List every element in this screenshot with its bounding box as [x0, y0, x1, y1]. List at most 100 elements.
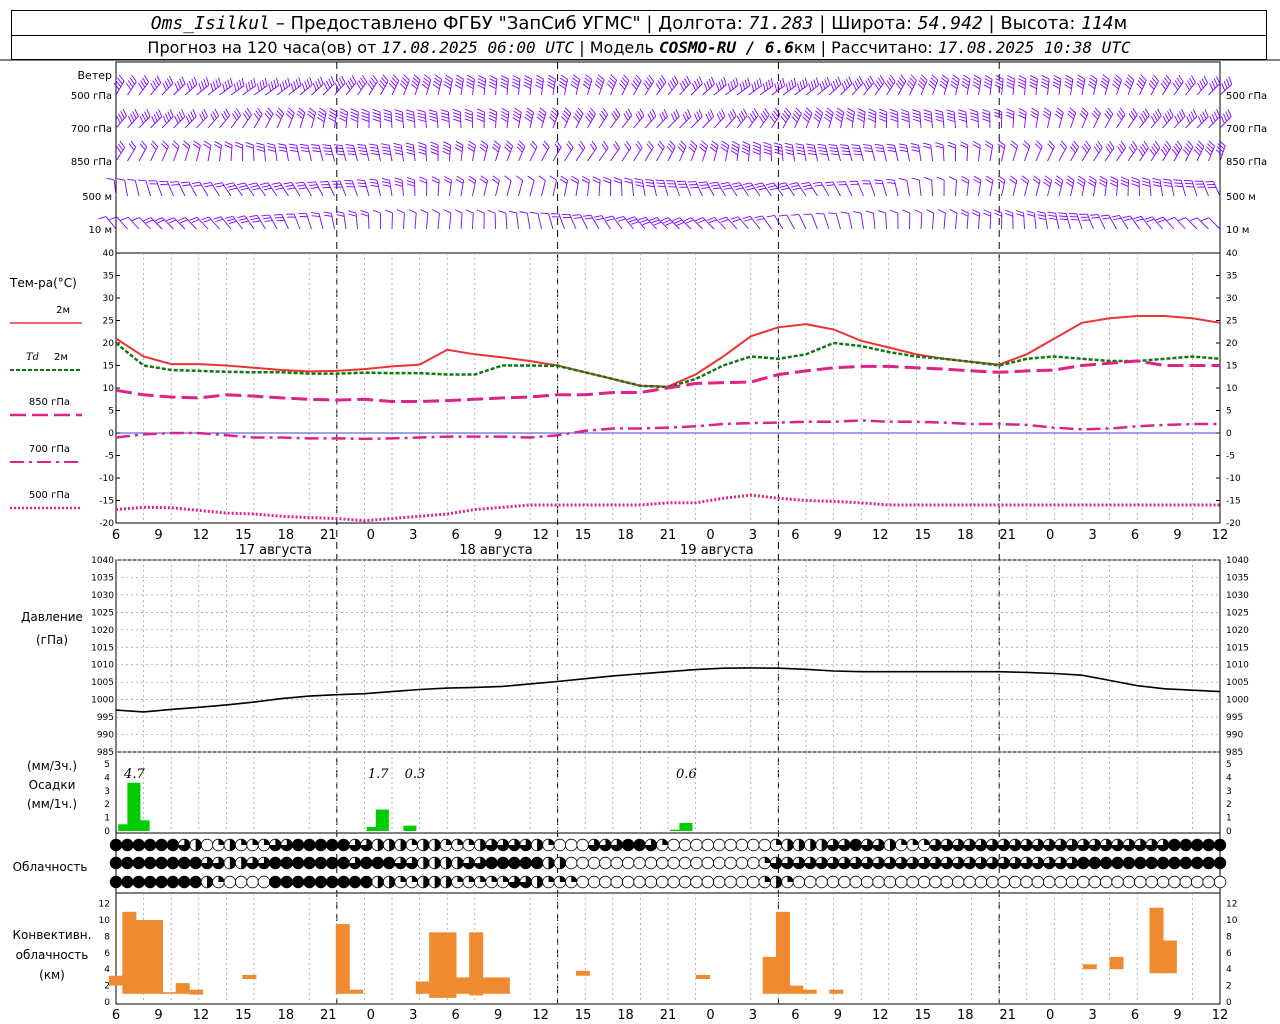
cloud-cover-symbol	[1008, 838, 1022, 852]
wind-barb	[207, 108, 219, 129]
wind-barb	[971, 209, 981, 230]
wind-barb	[137, 179, 151, 197]
wind-barb	[465, 209, 474, 230]
wind-level-label-left: 500 м	[82, 192, 112, 203]
cloud-cover-symbol	[1202, 856, 1215, 870]
cloud-cover-symbol	[895, 856, 908, 870]
cloud-cover-symbol	[314, 838, 328, 852]
cloud-cover-symbol	[280, 875, 293, 889]
wind-barb	[1042, 107, 1052, 129]
wind-barb	[1182, 140, 1194, 162]
cloud-cover-symbol	[974, 838, 988, 852]
wind-barb	[1172, 75, 1184, 96]
wind-barb	[1015, 210, 1025, 230]
temp-tick-label-right: 35	[1226, 272, 1237, 282]
wind-barb	[283, 181, 301, 197]
wind-barb	[911, 177, 922, 197]
hour-tick-label-bottom: 12	[532, 1008, 549, 1023]
cloud-cover-symbol	[621, 838, 635, 852]
wind-level-label-right: 500 гПа	[1226, 91, 1267, 102]
wind-barb	[840, 76, 853, 96]
wind-barb	[177, 217, 197, 230]
cloud-cover-symbol	[223, 875, 237, 889]
cloud-cover-symbol	[644, 856, 658, 870]
cloud-cover-symbol	[166, 875, 180, 889]
wind-barb	[1054, 175, 1064, 197]
cloud-cover-symbol	[769, 856, 783, 870]
cloud-cover-symbol	[713, 838, 726, 852]
precip-tick-label-left: 2	[104, 800, 110, 810]
wind-barb	[536, 107, 547, 129]
cloud-cover-symbol	[326, 875, 339, 889]
wind-barb	[873, 179, 887, 197]
wind-barb	[690, 109, 703, 129]
cloud-cover-symbol	[838, 856, 851, 870]
cloud-cover-symbol	[1145, 838, 1158, 852]
cloud-cover-symbol	[587, 875, 601, 889]
wind-barb	[624, 177, 634, 197]
wind-barb	[1183, 179, 1198, 197]
cloud-cover-symbol	[747, 875, 760, 889]
cloud-cover-symbol	[485, 875, 498, 889]
cloud-cover-symbol	[360, 875, 373, 889]
wind-barb	[1022, 140, 1031, 162]
legend-label: 2м	[56, 305, 70, 316]
wind-barb	[699, 140, 708, 162]
wind-barb	[958, 109, 968, 129]
wind-barb	[317, 107, 327, 129]
cloud-cover-symbol	[1179, 838, 1193, 852]
wind-barb	[690, 76, 703, 96]
wind-barb	[519, 211, 531, 230]
pressure-tick-label-right: 985	[1226, 748, 1243, 758]
hour-tick-label: 15	[575, 528, 592, 543]
wind-barb	[1208, 109, 1221, 129]
precip-tick-label-right: 5	[1226, 760, 1232, 770]
precip-annotation: 1.7	[368, 767, 389, 782]
conv-tick-label-right: 4	[1226, 965, 1232, 975]
wind-barb	[895, 74, 907, 96]
hour-tick-label: 6	[112, 528, 120, 543]
wind-barb	[442, 141, 451, 162]
wind-barb	[828, 212, 841, 230]
cloud-cover-symbol	[952, 838, 965, 852]
conv-bar	[762, 956, 777, 994]
cloud-cover-symbol	[1191, 875, 1204, 889]
wind-barb	[743, 182, 761, 197]
cloud-cover-symbol	[758, 856, 771, 870]
wind-barb	[260, 182, 278, 197]
wind-barb	[288, 77, 302, 96]
cloud-cover-symbol	[519, 838, 532, 852]
cloud-cover-symbol	[542, 838, 555, 852]
cloud-cover-symbol	[587, 838, 601, 852]
cloud-cover-symbol	[826, 838, 840, 852]
wind-barb	[242, 107, 252, 129]
hour-tick-label-bottom: 18	[957, 1008, 974, 1023]
wind-barb	[1162, 108, 1174, 129]
wind-barb	[867, 108, 877, 129]
cloud-cover-symbol	[735, 875, 749, 889]
cloud-cover-symbol	[667, 856, 680, 870]
wind-barb	[383, 109, 393, 129]
temp-tick-label-left: -15	[99, 497, 114, 507]
wind-barb	[150, 109, 163, 129]
cloud-cover-symbol	[200, 856, 214, 870]
cloud-cover-symbol	[234, 838, 248, 852]
cloud-cover-symbol	[781, 875, 794, 889]
temp-tick-label-left: 20	[103, 339, 115, 349]
wind-barb	[541, 140, 550, 162]
cloud-cover-symbol	[1202, 875, 1215, 889]
cloud-cover-symbol	[1156, 875, 1170, 889]
cloud-cover-symbol	[621, 875, 635, 889]
wind-barb	[405, 142, 416, 162]
cloud-cover-symbol	[929, 856, 942, 870]
cloud-cover-symbol	[382, 875, 396, 889]
cloud-cover-symbol	[1122, 856, 1136, 870]
wind-barb	[396, 209, 405, 230]
wind-barb	[839, 144, 853, 162]
cloud-cover-symbol	[690, 838, 703, 852]
hour-tick-label: 3	[1088, 528, 1096, 543]
precip-bar	[136, 820, 150, 831]
cloud-cover-symbol	[940, 875, 954, 889]
wind-barb	[1185, 75, 1196, 96]
pressure-tick-label-right: 1030	[1226, 591, 1249, 601]
